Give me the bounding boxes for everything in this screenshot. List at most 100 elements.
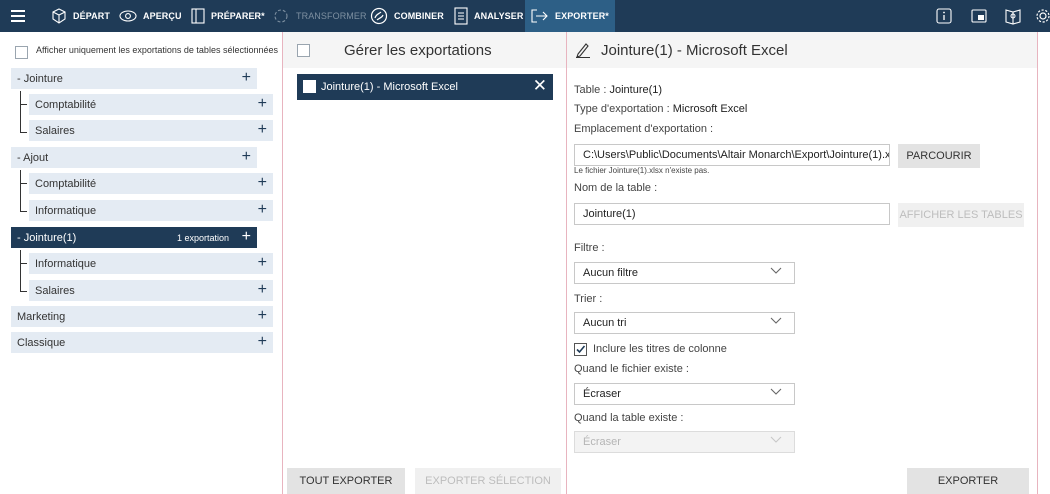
browse-button[interactable]: PARCOURIR — [898, 144, 980, 168]
select-all-checkbox[interactable] — [297, 44, 310, 57]
tree-connector — [20, 291, 27, 292]
tree-item-jointure[interactable]: - Jointure + — [11, 68, 257, 89]
hamburger-menu-icon[interactable] — [11, 0, 31, 32]
tree-item-comptabilite[interactable]: Comptabilité + — [29, 173, 273, 194]
pencil-icon[interactable] — [575, 42, 591, 58]
chevron-down-icon — [770, 267, 782, 274]
show-tables-button: AFFICHER LES TABLES — [898, 203, 1024, 227]
add-export-icon[interactable]: + — [242, 228, 251, 246]
add-export-icon[interactable]: + — [258, 254, 267, 272]
table-name-input[interactable]: Jointure(1) — [574, 203, 890, 225]
tree-item-jointure-1[interactable]: - Jointure(1) 1 exportation + — [11, 227, 257, 248]
tree-item-informatique[interactable]: Informatique + — [29, 253, 273, 274]
only-selected-label: Afficher uniquement les exportations de … — [36, 45, 278, 55]
book-icon[interactable] — [1004, 0, 1022, 32]
tab-preparer-label: PRÉPARER* — [211, 11, 265, 21]
add-export-icon[interactable]: + — [258, 307, 267, 325]
tab-analyser[interactable]: ANALYSER — [454, 0, 523, 32]
table-exists-select: Écraser — [574, 431, 795, 453]
tree-item-label: Comptabilité — [35, 98, 97, 111]
tab-combiner[interactable]: COMBINER — [370, 0, 444, 32]
tab-transformer: TRANSFORMER — [272, 0, 367, 32]
top-toolbar: DÉPART APERÇU PRÉPARER* TRANSFORMER COMB… — [0, 0, 1050, 32]
table-exists-value: Écraser — [583, 436, 621, 448]
export-list-item[interactable]: Jointure(1) - Microsoft Excel ✕ — [297, 74, 553, 100]
tab-exporter-label: EXPORTER* — [555, 11, 609, 21]
export-count: 1 exportation — [176, 232, 229, 243]
tree-connector — [20, 250, 21, 292]
tree-item-ajout[interactable]: - Ajout + — [11, 147, 257, 168]
sort-label: Trier : — [574, 293, 603, 305]
tab-preparer[interactable]: PRÉPARER* — [191, 0, 265, 32]
export-selection-button: EXPORTER SÉLECTION — [415, 468, 561, 494]
tree-item-salaires[interactable]: Salaires + — [29, 280, 273, 301]
tab-depart-label: DÉPART — [73, 11, 110, 21]
combine-icon — [370, 7, 388, 25]
close-icon[interactable]: ✕ — [533, 77, 547, 95]
tree-item-label: - Jointure(1) — [17, 231, 77, 244]
add-export-icon[interactable]: + — [242, 148, 251, 166]
chevron-down-icon — [770, 317, 782, 324]
window-icon[interactable] — [971, 0, 987, 32]
tree-item-informatique[interactable]: Informatique + — [29, 200, 273, 221]
tab-analyser-label: ANALYSER — [474, 11, 524, 21]
tree-item-comptabilite[interactable]: Comptabilité + — [29, 94, 273, 115]
add-export-icon[interactable]: + — [258, 174, 267, 192]
tree-item-classique[interactable]: Classique + — [11, 332, 273, 353]
add-export-icon[interactable]: + — [258, 201, 267, 219]
analyze-icon — [454, 7, 468, 25]
only-selected-checkbox[interactable] — [15, 46, 28, 59]
include-headers-checkbox[interactable] — [574, 343, 587, 356]
export-type-label: Type d'exportation : Microsoft Excel — [574, 103, 748, 115]
tree-item-label: Informatique — [35, 257, 97, 270]
checkmark-icon — [576, 345, 586, 354]
table-name-label: Nom de la table : — [574, 182, 658, 194]
right-edge-strip — [1038, 32, 1050, 494]
location-label: Emplacement d'exportation : — [574, 123, 714, 135]
tree-item-marketing[interactable]: Marketing + — [11, 306, 273, 327]
info-icon[interactable] — [936, 0, 952, 32]
export-button[interactable]: EXPORTER — [907, 468, 1029, 494]
filter-label: Filtre : — [574, 242, 605, 254]
tree-item-label: Classique — [17, 336, 66, 349]
tree-item-salaires[interactable]: Salaires + — [29, 120, 273, 141]
tree-item-label: Comptabilité — [35, 177, 97, 190]
chevron-down-icon — [770, 388, 782, 395]
export-location-input[interactable]: C:\Users\Public\Documents\Altair Monarch… — [574, 144, 890, 166]
tab-apercu[interactable]: APERÇU — [119, 0, 182, 32]
table-exists-label: Quand la table existe : — [574, 412, 684, 424]
table-columns-icon — [191, 8, 205, 24]
tree-connector — [20, 211, 27, 212]
tree-connector — [20, 104, 27, 105]
tab-exporter[interactable]: EXPORTER* — [525, 0, 615, 32]
tree-item-label: - Ajout — [17, 151, 49, 164]
add-export-icon[interactable]: + — [258, 95, 267, 113]
gear-icon[interactable] — [1035, 0, 1050, 32]
tree-item-label: Salaires — [35, 124, 75, 137]
cube-icon — [52, 8, 66, 24]
tab-depart[interactable]: DÉPART — [51, 0, 110, 32]
export-all-button[interactable]: TOUT EXPORTER — [287, 468, 405, 494]
add-export-icon[interactable]: + — [258, 121, 267, 139]
manage-exports-panel: Gérer les exportations Jointure(1) - Mic… — [283, 32, 567, 494]
filter-select[interactable]: Aucun filtre — [574, 262, 795, 284]
sort-value: Aucun tri — [583, 317, 627, 329]
tree-item-label: Informatique — [35, 204, 97, 217]
add-export-icon[interactable]: + — [242, 69, 251, 87]
sort-select[interactable]: Aucun tri — [574, 312, 795, 334]
tree-connector — [20, 91, 21, 133]
export-item-label: Jointure(1) - Microsoft Excel — [321, 81, 458, 93]
export-details-panel: Jointure(1) - Microsoft Excel Table : Jo… — [567, 32, 1037, 494]
file-exists-label: Quand le fichier existe : — [574, 363, 689, 375]
tree-connector — [20, 183, 27, 184]
export-item-checkbox[interactable] — [303, 80, 316, 93]
tree-connector — [20, 263, 27, 264]
file-exists-select[interactable]: Écraser — [574, 383, 795, 405]
tree-item-label: - Jointure — [17, 72, 63, 85]
add-export-icon[interactable]: + — [258, 281, 267, 299]
file-note: Le fichier Jointure(1).xlsx n'existe pas… — [574, 166, 710, 175]
add-export-icon[interactable]: + — [258, 333, 267, 351]
tree-connector — [20, 132, 27, 133]
manage-exports-header: Gérer les exportations — [283, 32, 566, 68]
file-exists-value: Écraser — [583, 388, 621, 400]
